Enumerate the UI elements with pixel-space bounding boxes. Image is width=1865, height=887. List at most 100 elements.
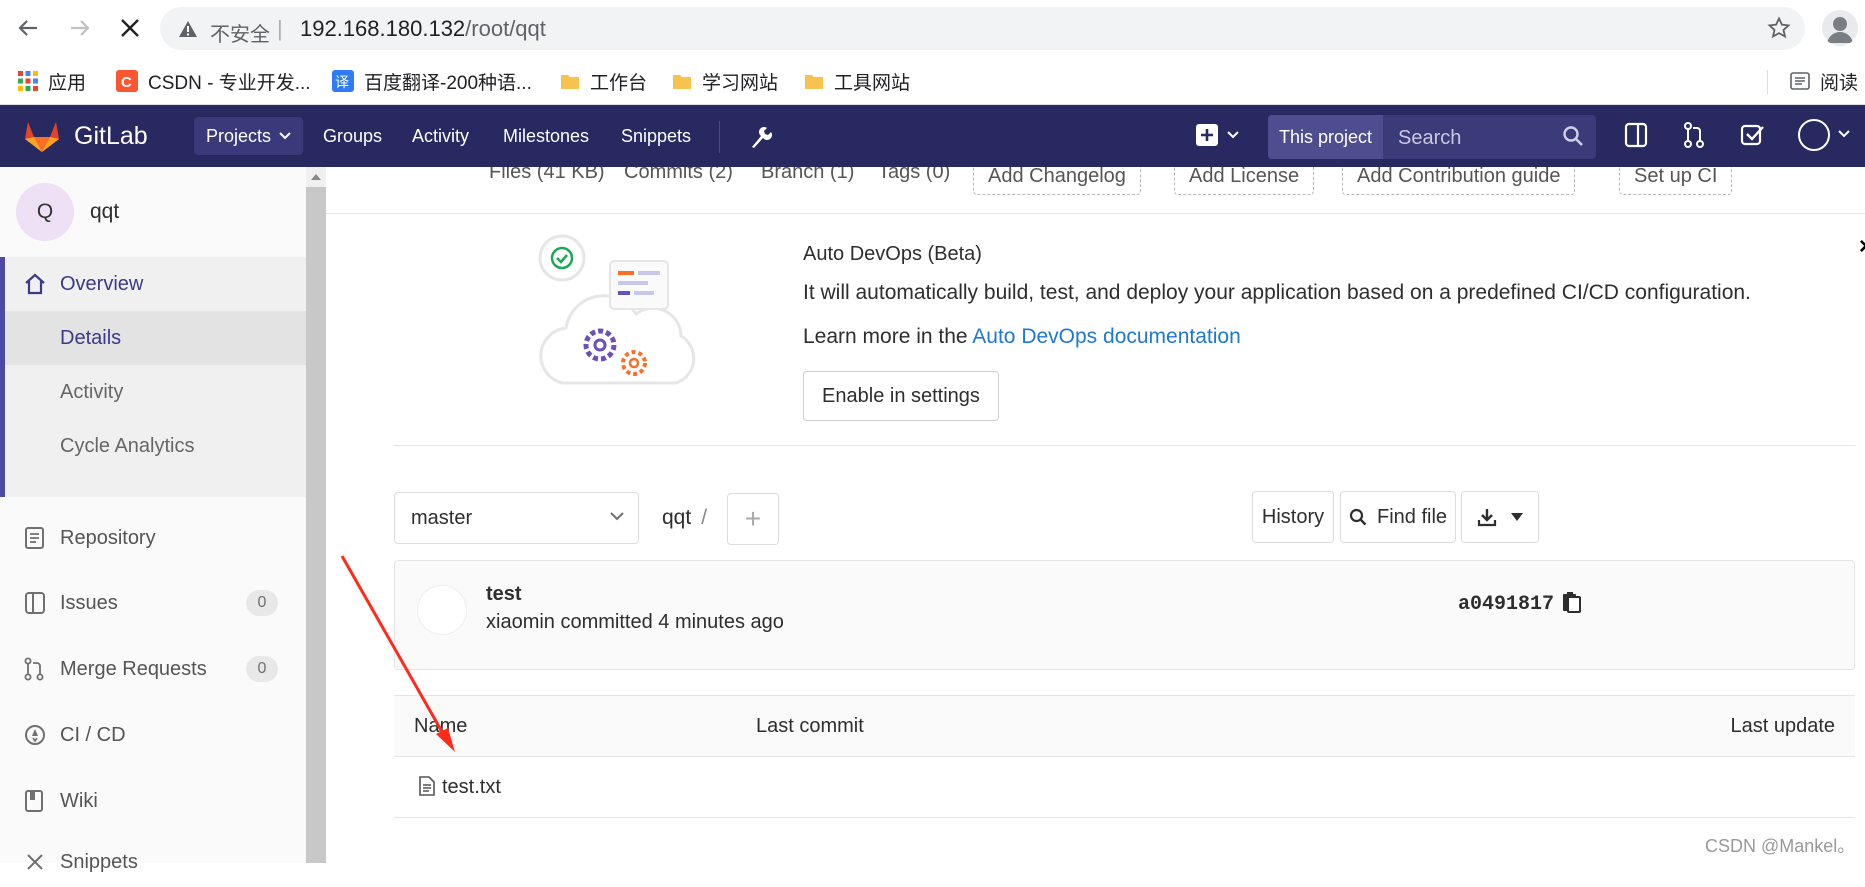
sidebar-item-merge-requests[interactable]: Merge Requests 0 — [0, 644, 306, 694]
close-icon[interactable]: × — [1859, 233, 1865, 261]
caret-down-icon — [1511, 513, 1523, 521]
translate-icon: 译 — [332, 70, 354, 92]
add-contribution-guide-button[interactable]: Add Contribution guide — [1342, 167, 1576, 195]
breadcrumb: qqt / — [662, 506, 707, 530]
bookmark-apps[interactable]: 应用 — [18, 66, 86, 96]
sidebar-subitem-details[interactable]: Details — [5, 311, 306, 365]
history-label: History — [1261, 505, 1325, 528]
nav-label: Milestones — [503, 125, 590, 146]
add-changelog-button[interactable]: Add Changelog — [973, 167, 1141, 195]
bookmarks-divider — [1767, 70, 1768, 94]
sidebar-subitem-activity[interactable]: Activity — [5, 365, 306, 419]
bookmark-csdn[interactable]: C CSDN - 专业开发... — [116, 66, 311, 96]
download-icon — [1477, 509, 1497, 527]
sidebar-item-snippets[interactable]: Snippets — [0, 837, 306, 887]
stat-files[interactable]: Files (41 KB) — [489, 167, 605, 184]
bookmark-folder-learning[interactable]: 学习网站 — [672, 66, 778, 96]
devops-description: It will automatically build, test, and d… — [803, 281, 1751, 304]
user-avatar[interactable] — [1798, 119, 1830, 151]
commit-sha[interactable]: a0491817 — [1458, 593, 1554, 616]
reading-list-icon — [1790, 71, 1810, 91]
sidebar-item-wiki[interactable]: Wiki — [0, 776, 306, 826]
bookmark-folder-workbench[interactable]: 工作台 — [560, 66, 647, 96]
breadcrumb-root[interactable]: qqt — [662, 506, 691, 529]
stat-tags[interactable]: Tags (0) — [878, 167, 950, 184]
sidebar-item-issues[interactable]: Issues 0 — [0, 578, 306, 628]
browser-profile-button[interactable] — [1822, 10, 1858, 46]
commit-author-avatar[interactable] — [417, 585, 467, 635]
sidebar-subitem-label: Cycle Analytics — [60, 434, 195, 457]
folder-icon — [672, 71, 692, 91]
search-input[interactable] — [1396, 115, 1550, 161]
find-file-button[interactable]: Find file — [1340, 491, 1456, 543]
nav-label: Projects — [206, 125, 272, 146]
admin-wrench-icon[interactable] — [748, 123, 772, 149]
close-icon — [121, 19, 139, 37]
sidebar-item-ci-cd[interactable]: CI / CD — [0, 710, 306, 760]
url-text: 192.168.180.132/root/qqt — [300, 16, 546, 42]
gitlab-header: GitLab Projects Groups Activity Mileston… — [0, 105, 1865, 167]
project-avatar: Q — [16, 183, 74, 241]
search-box[interactable]: This project — [1268, 115, 1596, 161]
add-to-tree-button[interactable]: + — [727, 493, 779, 545]
add-license-button[interactable]: Add License — [1174, 167, 1315, 195]
col-name-header: Name — [414, 715, 468, 737]
project-stats-row: Files (41 KB) Commits (2) Branch (1) Tag… — [326, 167, 1865, 214]
project-sidebar: Q qqt Overview Details Activity Cycle An… — [0, 167, 307, 873]
sidebar-item-label: Overview — [60, 272, 144, 295]
stat-branch[interactable]: Branch (1) — [761, 167, 854, 184]
auto-devops-banner: Auto DevOps (Beta) It will automatically… — [394, 213, 1865, 446]
sidebar-item-overview[interactable]: Overview — [5, 257, 311, 311]
bookmark-reading-list[interactable]: 阅读 — [1790, 66, 1858, 96]
sidebar-item-label: Snippets — [60, 850, 138, 873]
nav-projects[interactable]: Projects — [194, 117, 304, 155]
search-scope-badge[interactable]: This project — [1268, 115, 1383, 159]
forward-button[interactable] — [62, 10, 98, 46]
clipboard-icon[interactable] — [1562, 591, 1582, 613]
bookmark-folder-tools[interactable]: 工具网站 — [804, 66, 910, 96]
scroll-up-button[interactable] — [306, 167, 326, 187]
folder-icon — [804, 71, 824, 91]
insecure-label: 不安全 — [210, 24, 270, 46]
branch-dropdown[interactable]: master — [394, 492, 639, 544]
col-last-commit-header: Last commit — [756, 715, 864, 737]
bookmark-baidu-translate[interactable]: 译 百度翻译-200种语... — [332, 66, 532, 96]
setup-ci-button[interactable]: Set up CI — [1619, 167, 1733, 195]
address-bar[interactable]: 不安全 | 192.168.180.132/root/qqt — [160, 7, 1805, 50]
back-button[interactable] — [10, 10, 46, 46]
merge-request-icon[interactable] — [1683, 122, 1705, 148]
nav-activity[interactable]: Activity — [400, 117, 481, 155]
watermark: CSDN @Mankel。 — [1705, 836, 1856, 856]
sidebar-subitem-label: Details — [60, 326, 122, 349]
table-row[interactable]: test.txt — [394, 757, 1855, 818]
stat-commits[interactable]: Commits (2) — [624, 167, 733, 184]
file-name[interactable]: test.txt — [442, 776, 501, 799]
stop-loading-button[interactable] — [112, 10, 148, 46]
nav-milestones[interactable]: Milestones — [491, 117, 601, 155]
gitlab-tanuki-icon — [24, 119, 60, 153]
commit-author-line: xiaomin committed 4 minutes ago — [486, 611, 784, 633]
scissors-icon — [24, 851, 46, 873]
folder-icon — [560, 71, 580, 91]
bookmark-star-icon[interactable] — [1767, 16, 1791, 40]
new-item-button[interactable] — [1195, 123, 1239, 147]
sidebar-subitem-cycle-analytics[interactable]: Cycle Analytics — [5, 419, 306, 473]
sidebar-scrollbar[interactable] — [306, 167, 326, 863]
branch-name: master — [411, 506, 473, 529]
nav-groups[interactable]: Groups — [311, 117, 394, 155]
nav-snippets[interactable]: Snippets — [609, 117, 703, 155]
download-dropdown-button[interactable] — [1461, 491, 1539, 543]
enable-in-settings-button[interactable]: Enable in settings — [803, 371, 999, 421]
project-header[interactable]: Q qqt — [0, 167, 306, 257]
warning-icon — [178, 19, 198, 39]
merge-request-icon — [24, 657, 44, 681]
devops-docs-link[interactable]: Auto DevOps documentation — [972, 325, 1241, 348]
sidebar-toggle-icon[interactable] — [1624, 122, 1648, 148]
gitlab-home-link[interactable]: GitLab — [24, 119, 148, 153]
history-button[interactable]: History — [1252, 491, 1334, 543]
commit-title[interactable]: test — [486, 583, 522, 606]
sidebar-item-repository[interactable]: Repository — [0, 513, 306, 563]
project-name: qqt — [90, 200, 120, 223]
rocket-icon — [24, 724, 46, 746]
todo-check-icon[interactable] — [1740, 122, 1766, 148]
